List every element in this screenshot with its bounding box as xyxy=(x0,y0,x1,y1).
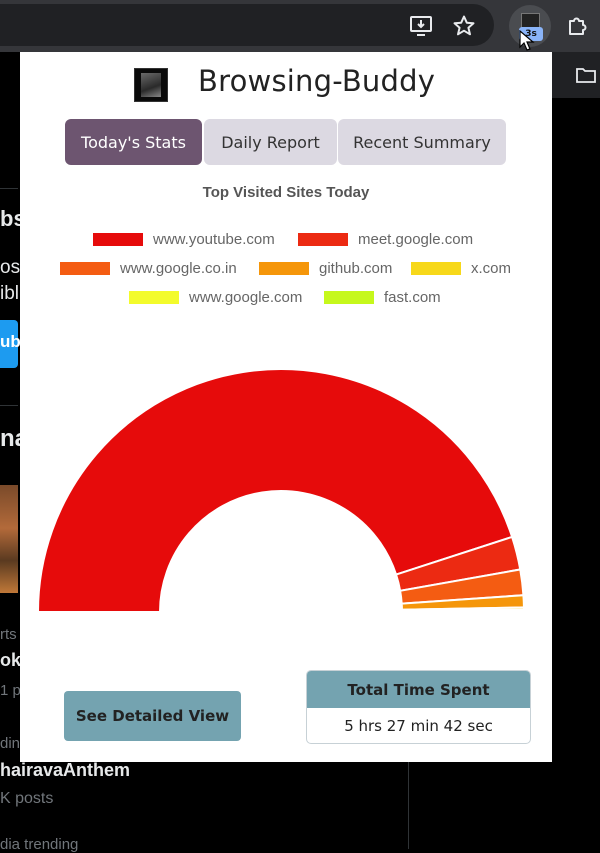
bg-trend-count: K posts xyxy=(0,790,54,807)
bg-fragment: din xyxy=(0,735,21,752)
bg-fragment: ibl xyxy=(0,283,20,304)
chart-slice[interactable] xyxy=(400,610,526,613)
bg-fragment: ok xyxy=(0,650,22,670)
install-app-icon[interactable] xyxy=(409,14,433,38)
half-doughnut-chart xyxy=(36,368,526,613)
extension-popup: Browsing-Buddy Today's Stats Daily Repor… xyxy=(20,52,552,762)
bg-image xyxy=(0,485,18,593)
bg-column-divider xyxy=(408,762,409,849)
puzzle-icon[interactable] xyxy=(566,14,590,38)
bg-follow-button: ub xyxy=(0,320,21,368)
total-time-card: Total Time Spent 5 hrs 27 min 42 sec xyxy=(306,670,531,744)
browser-toolbar: 3s xyxy=(0,0,600,52)
bg-fragment: rts xyxy=(0,626,17,643)
mouse-cursor-icon xyxy=(519,30,535,51)
see-detailed-view-button[interactable]: See Detailed View xyxy=(64,691,241,741)
bg-divider xyxy=(0,405,18,406)
folder-icon[interactable] xyxy=(576,66,596,84)
star-icon[interactable] xyxy=(452,14,476,38)
bg-fragment: 1 p xyxy=(0,682,21,699)
bg-trend-hashtag: hairavaAnthem xyxy=(0,760,131,780)
total-time-value: 5 hrs 27 min 42 sec xyxy=(344,716,493,735)
bookmarks-bar xyxy=(552,52,600,98)
total-time-header: Total Time Spent xyxy=(307,671,530,708)
bg-fragment: dia trending xyxy=(0,836,79,853)
bg-divider xyxy=(0,188,18,189)
